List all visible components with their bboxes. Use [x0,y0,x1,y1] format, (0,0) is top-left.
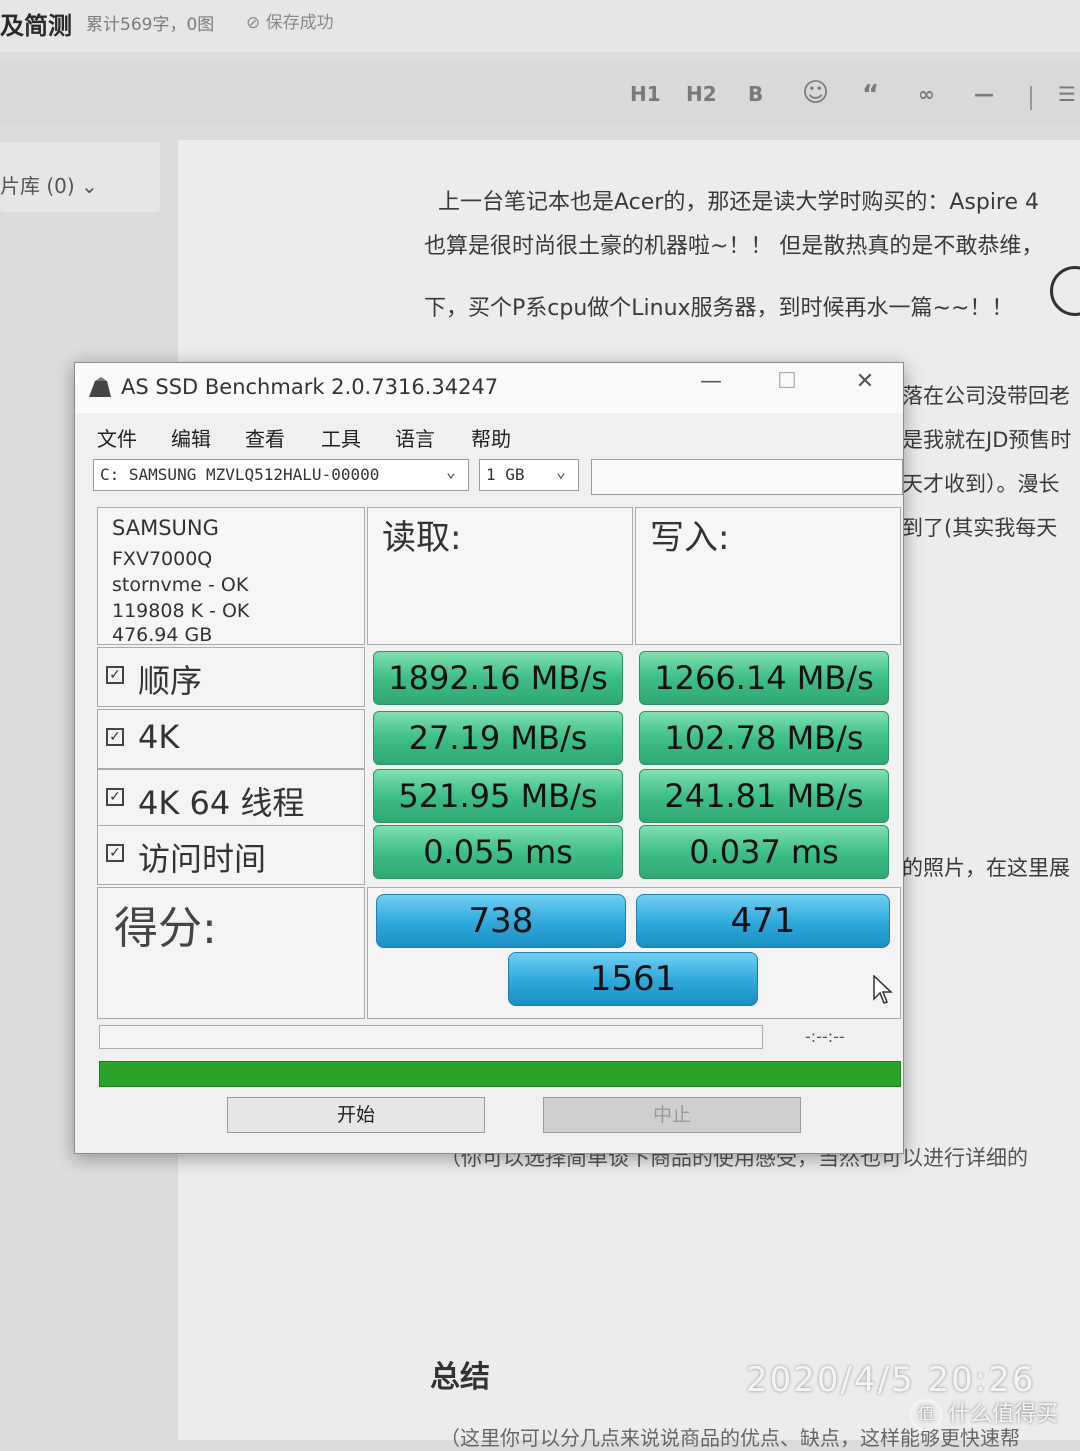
test-row-4k64[interactable]: ✓ 4K 64 线程 [97,769,365,829]
summary-heading: 总结 [430,1360,490,1395]
bold-button[interactable]: B [748,82,763,106]
minimize-icon[interactable]: — [691,369,731,394]
menu-file[interactable]: 文件 [97,423,137,452]
image-library-panel[interactable]: 片库 (0) ⌄ [0,142,160,212]
checkbox-icon[interactable]: ✓ [106,788,124,806]
list-button[interactable]: ☰ [1058,82,1076,106]
elapsed-time: -:--:-- [805,1027,845,1046]
mouse-cursor-icon [873,975,893,1004]
editor-brand: 及简测 [0,12,72,40]
4k-write-result: 102.78 MB/s [639,711,889,765]
link-button[interactable]: ∞ [918,82,935,106]
size-select[interactable]: 1 GB ⌄ [479,459,579,491]
access-read-result: 0.055 ms [373,825,623,879]
checkbox-icon[interactable]: ✓ [106,666,124,684]
test-row-4k[interactable]: ✓ 4K [97,709,365,769]
drive-driver: stornvme - OK [112,574,249,596]
watermark-logo-icon: 值 [910,1399,942,1431]
emoji-face-icon [1050,266,1080,316]
access-write-result: 0.037 ms [639,825,889,879]
seq-read-result: 1892.16 MB/s [373,651,623,705]
doc-fragment: 天才收到）。漫长 [902,472,1060,496]
test-row-seq[interactable]: ✓ 顺序 [97,647,365,707]
editor-topbar: 及简测 累计569字，0图 ⊘ 保存成功 [0,0,1080,52]
check-circle-icon: ⊘ [246,13,266,33]
watermark: 值什么值得买 [910,1396,1058,1431]
size-select-value: 1 GB [486,465,525,484]
score-label: 得分: [114,903,217,954]
maximize-icon[interactable]: ☐ [767,369,807,394]
start-button[interactable]: 开始 [227,1097,485,1133]
drive-alignment: 119808 K - OK [112,600,250,622]
drive-vendor: SAMSUNG [112,516,219,540]
save-status: ⊘ 保存成功 [246,13,334,33]
menu-bar: 文件 编辑 查看 工具 语言 帮助 [75,419,903,453]
close-icon[interactable]: ✕ [845,369,885,394]
doc-paragraph: 也算是很时尚很土豪的机器啦~！！ 但是散热真的是不敢恭维， [424,234,1044,259]
window-titlebar[interactable]: AS SSD Benchmark 2.0.7316.34247 — ☐ ✕ [75,363,903,413]
checkbox-icon[interactable]: ✓ [106,728,124,746]
drive-firmware: FXV7000Q [112,548,213,570]
total-score: 1561 [508,952,758,1006]
doc-fragment: 的照片，在这里展 [902,856,1070,880]
chevron-down-icon: ⌄ [446,462,456,481]
score-label-box: 得分: [97,887,365,1019]
checkbox-icon[interactable]: ✓ [106,844,124,862]
stop-button[interactable]: 中止 [543,1097,801,1133]
toolbar-separator [1030,86,1032,110]
window-title: AS SSD Benchmark 2.0.7316.34247 [121,375,499,399]
read-score: 738 [376,894,626,948]
menu-help[interactable]: 帮助 [471,423,511,452]
divider-button[interactable]: — [974,82,994,106]
doc-fragment: 到了(其实我每天 [902,516,1058,540]
test-label: 4K 64 线程 [138,784,305,822]
4k64-read-result: 521.95 MB/s [373,769,623,823]
app-icon [89,377,111,397]
seq-write-result: 1266.14 MB/s [639,651,889,705]
read-header: 读取: [367,507,633,645]
menu-edit[interactable]: 编辑 [171,423,211,452]
as-ssd-window: AS SSD Benchmark 2.0.7316.34247 — ☐ ✕ 文件… [74,362,904,1154]
test-label: 顺序 [138,662,203,700]
4k-read-result: 27.19 MB/s [373,711,623,765]
write-score: 471 [636,894,890,948]
doc-fragment: 是我就在JD预售时 [902,428,1072,452]
test-label: 4K [138,718,180,756]
heading2-button[interactable]: H2 [686,82,717,106]
4k64-write-result: 241.81 MB/s [639,769,889,823]
test-row-access[interactable]: ✓ 访问时间 [97,825,365,885]
blank-field [591,459,903,495]
heading1-button[interactable]: H1 [630,82,661,106]
results-grid: SAMSUNG FXV7000Q stornvme - OK 119808 K … [97,507,901,1019]
word-count: 累计569字，0图 [86,15,215,35]
test-label: 访问时间 [138,840,267,878]
overall-progress-bar [99,1061,901,1087]
doc-fragment: 落在公司没带回老 [902,384,1070,408]
photo-timestamp: 2020/4/5 20:26 [746,1360,1036,1400]
drive-select[interactable]: C: SAMSUNG MZVLQ512HALU-00000 ⌄ [93,459,469,491]
menu-tools[interactable]: 工具 [321,423,361,452]
chevron-down-icon: ⌄ [556,462,566,481]
menu-language[interactable]: 语言 [395,423,435,452]
menu-view[interactable]: 查看 [245,423,285,452]
write-header: 写入: [635,507,901,645]
emoji-button[interactable]: ☺ [802,78,829,108]
doc-paragraph: 上一台笔记本也是Acer的，那还是读大学时购买的：Aspire 4 [438,190,1040,215]
doc-paragraph: 下，买个P系cpu做个Linux服务器，到时候再水一篇~~！！ [424,296,1014,321]
test-progress-bar [99,1025,763,1049]
image-library-label: 片库 (0) ⌄ [0,174,98,198]
score-area: 738 471 1561 [367,887,901,1019]
drive-capacity: 476.94 GB [112,624,213,646]
drive-info: SAMSUNG FXV7000Q stornvme - OK 119808 K … [97,507,365,646]
drive-select-value: C: SAMSUNG MZVLQ512HALU-00000 [100,465,380,484]
quote-button[interactable]: “ [862,80,879,110]
